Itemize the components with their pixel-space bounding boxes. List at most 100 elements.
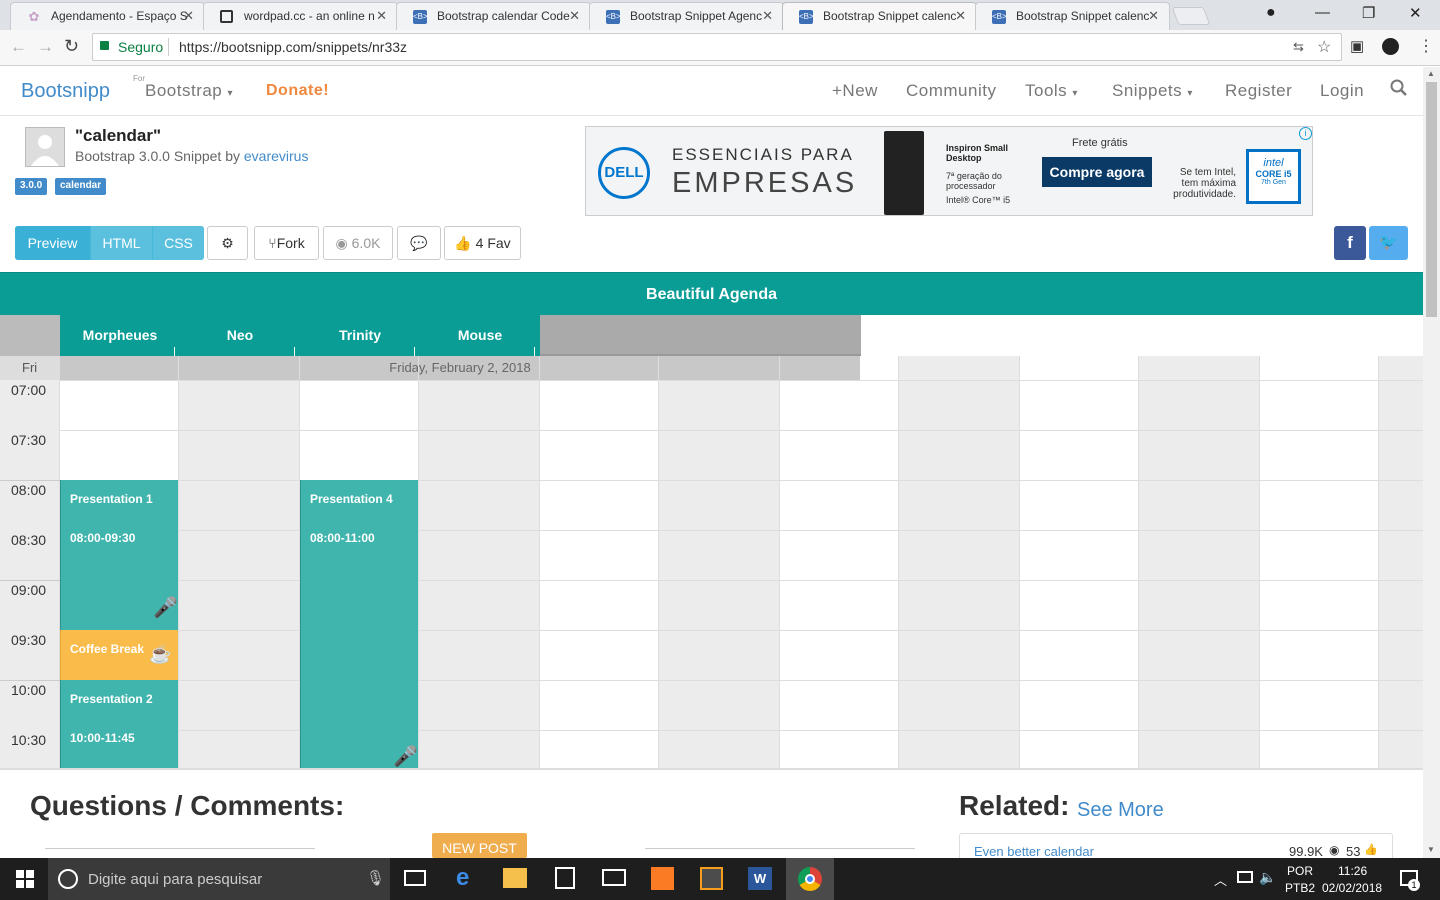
- tray-chevron-icon[interactable]: ︿: [1214, 870, 1227, 889]
- grid-line: [60, 480, 1423, 481]
- views-button[interactable]: ◉ 6.0K: [323, 226, 393, 260]
- settings-button[interactable]: ⚙: [207, 226, 248, 260]
- word-icon[interactable]: W: [748, 867, 772, 890]
- close-tab-icon[interactable]: ✕: [183, 8, 194, 24]
- comment-button[interactable]: 💬: [397, 226, 441, 260]
- extension-icon[interactable]: [1382, 38, 1399, 55]
- translate-icon[interactable]: ⇆: [1293, 39, 1304, 55]
- grid-line: [178, 356, 179, 768]
- mail-icon[interactable]: [602, 869, 626, 886]
- time-label: 07:30: [11, 432, 47, 448]
- close-window-icon[interactable]: ✕: [1409, 4, 1422, 22]
- input-lang-2[interactable]: PTB2: [1285, 881, 1315, 895]
- facebook-share-button[interactable]: f: [1334, 226, 1366, 260]
- page-scrollbar[interactable]: ▲ ▼: [1423, 67, 1440, 858]
- ad-headline-1: ESSENCIAIS PARA: [672, 145, 854, 164]
- brand-logo[interactable]: Bootsnipp: [21, 80, 110, 103]
- close-tab-icon[interactable]: ✕: [569, 8, 580, 24]
- ad-cta-button[interactable]: Compre agora: [1042, 157, 1152, 187]
- fork-icon: ⑂: [268, 235, 277, 251]
- new-post-button[interactable]: NEW POST: [432, 833, 527, 858]
- resource-mouse[interactable]: Mouse: [420, 327, 540, 343]
- tab-bootstrap-calendar-code[interactable]: <B> Bootstrap calendar Code ✕: [396, 2, 591, 30]
- chrome-taskbar-button[interactable]: [786, 858, 834, 900]
- input-lang-1[interactable]: POR: [1287, 864, 1313, 878]
- nav-snippets-menu[interactable]: Snippets ▾: [1112, 81, 1193, 101]
- tab-title: Bootstrap Snippet calenc: [1016, 9, 1150, 23]
- resource-trinity[interactable]: Trinity: [300, 327, 420, 343]
- forward-icon[interactable]: →: [37, 37, 54, 57]
- address-bar[interactable]: Seguro https://bootsnipp.com/snippets/nr…: [92, 33, 1342, 61]
- tag-version[interactable]: 3.0.0: [15, 178, 48, 195]
- close-tab-icon[interactable]: ✕: [376, 8, 387, 24]
- event-coffee-break[interactable]: Coffee Break ☕: [60, 630, 178, 680]
- url-text[interactable]: https://bootsnipp.com/snippets/nr33z: [179, 39, 407, 55]
- taskbar-search-box[interactable]: Digite aqui para pesquisar 🎙: [48, 858, 390, 900]
- twitter-share-button[interactable]: 🐦: [1369, 226, 1408, 260]
- dell-ad-banner[interactable]: DELL ESSENCIAIS PARA EMPRESAS Inspiron S…: [585, 126, 1313, 216]
- nav-community[interactable]: Community: [906, 81, 996, 101]
- author-link[interactable]: evarevirus: [244, 148, 309, 164]
- taskbar-search-placeholder: Digite aqui para pesquisar: [88, 871, 263, 888]
- tab-bootstrap-snippet-calendar-active[interactable]: <B> Bootstrap Snippet calenc ✕: [782, 2, 977, 30]
- maximize-icon[interactable]: ❐: [1362, 4, 1375, 22]
- microphone-icon[interactable]: 🎙: [366, 869, 385, 887]
- ad-spec-2: Intel® Core™ i5: [946, 195, 1011, 205]
- html-button[interactable]: HTML: [90, 226, 152, 260]
- event-presentation-4[interactable]: Presentation 4 08:00-11:00 🎤: [300, 480, 418, 768]
- related-item[interactable]: Even better calendar 99.9K ◉ 53 👍: [959, 833, 1393, 859]
- see-more-link[interactable]: See More: [1077, 799, 1164, 822]
- tab-bootstrap-snippet-calendar[interactable]: <B> Bootstrap Snippet calenc ✕: [975, 2, 1170, 30]
- task-view-icon[interactable]: [404, 870, 426, 886]
- event-presentation-1[interactable]: Presentation 1 08:00-09:30 🎤: [60, 480, 178, 630]
- nav-donate[interactable]: Donate!: [266, 82, 329, 100]
- css-button[interactable]: CSS: [152, 226, 204, 260]
- cast-icon[interactable]: ▣: [1350, 37, 1364, 55]
- nav-register[interactable]: Register: [1225, 81, 1292, 101]
- tag-calendar[interactable]: calendar: [55, 178, 107, 195]
- scroll-up-icon[interactable]: ▲: [1427, 69, 1435, 78]
- search-icon[interactable]: [1390, 79, 1408, 100]
- volume-icon[interactable]: 🔈: [1259, 869, 1276, 886]
- windows-start-icon[interactable]: [16, 870, 34, 891]
- resource-neo[interactable]: Neo: [180, 327, 300, 343]
- event-presentation-2[interactable]: Presentation 2 10:00-11:45: [60, 680, 178, 768]
- close-tab-icon[interactable]: ✕: [1148, 8, 1159, 24]
- reload-icon[interactable]: ↻: [64, 36, 79, 57]
- fork-button[interactable]: ⑂Fork: [254, 226, 319, 260]
- store-icon[interactable]: [555, 867, 575, 889]
- nav-tools-menu[interactable]: Tools ▾: [1025, 81, 1078, 101]
- edge-icon[interactable]: e: [456, 864, 469, 892]
- time-label: 10:00: [11, 682, 47, 698]
- preview-button[interactable]: Preview: [15, 226, 90, 260]
- new-tab-button[interactable]: [1171, 7, 1211, 25]
- close-tab-icon[interactable]: ✕: [955, 8, 966, 24]
- ad-info-icon[interactable]: i: [1299, 127, 1312, 140]
- fav-button[interactable]: 👍 4 Fav: [444, 226, 521, 260]
- file-explorer-icon[interactable]: [503, 868, 527, 888]
- close-tab-icon[interactable]: ✕: [762, 8, 773, 24]
- grid-line: [1019, 356, 1020, 768]
- network-icon[interactable]: [1237, 871, 1253, 883]
- scroll-down-icon[interactable]: ▼: [1427, 845, 1435, 854]
- nav-new[interactable]: +New: [832, 81, 878, 101]
- back-icon[interactable]: ←: [10, 37, 27, 57]
- scrollbar-thumb[interactable]: [1426, 82, 1437, 317]
- divider: [168, 38, 169, 56]
- clock-time[interactable]: 11:26: [1338, 864, 1367, 878]
- clock-date[interactable]: 02/02/2018: [1322, 881, 1382, 895]
- resource-morpheues[interactable]: Morpheues: [60, 327, 180, 343]
- minimize-icon[interactable]: —: [1315, 4, 1330, 21]
- xampp-icon[interactable]: [651, 867, 674, 890]
- menu-icon[interactable]: ⋮: [1418, 36, 1434, 56]
- profile-icon[interactable]: ●: [1266, 4, 1276, 22]
- nav-bootstrap-menu[interactable]: Bootstrap ▾: [145, 81, 233, 101]
- tab-agendamento[interactable]: ✿ Agendamento - Espaço S ✕: [10, 2, 205, 30]
- avatar[interactable]: [25, 127, 65, 167]
- tab-bootstrap-snippet-agenda[interactable]: <B> Bootstrap Snippet Agenc ✕: [589, 2, 784, 30]
- bookmark-star-icon[interactable]: ☆: [1317, 37, 1331, 57]
- tab-wordpad[interactable]: wordpad.cc - an online n ✕: [203, 2, 398, 30]
- related-item-title[interactable]: Even better calendar: [974, 844, 1094, 859]
- sublime-icon[interactable]: [700, 867, 723, 890]
- nav-login[interactable]: Login: [1320, 81, 1364, 101]
